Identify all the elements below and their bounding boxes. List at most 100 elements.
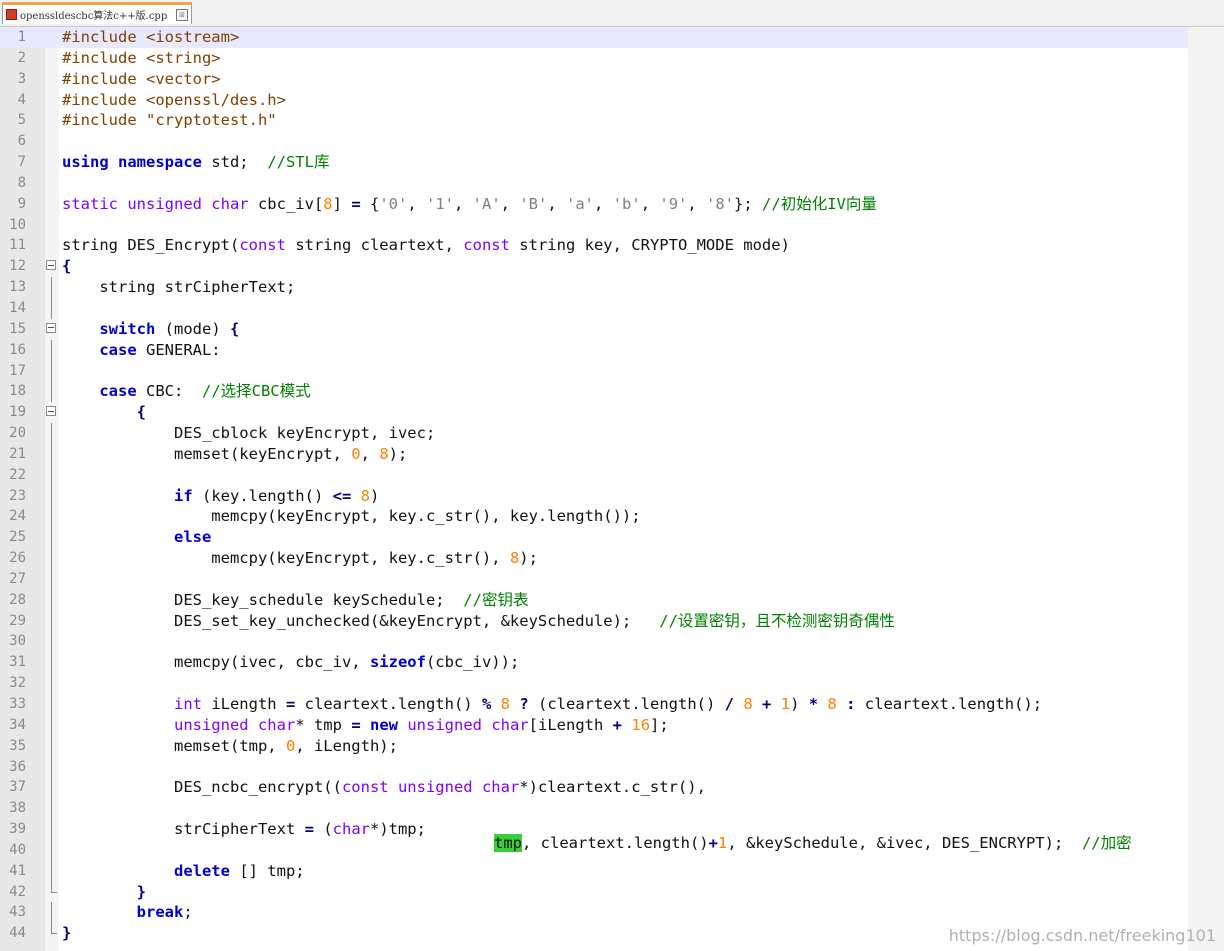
line-number: 15 (9, 320, 26, 337)
code-area[interactable]: 1 #include <iostream> 2 #include <string> 3 #… (0, 27, 1188, 944)
code-line[interactable]: 21 memset(keyEncrypt, 0, 8); (0, 443, 1188, 465)
code-line[interactable]: 26 memcpy(keyEncrypt, key.c_str(), 8); (0, 548, 1188, 569)
code-line[interactable]: 11 string DES_Encrypt(const string cleart… (0, 235, 1188, 256)
code-line[interactable]: 31 memcpy(ivec, cbc_iv, sizeof(cbc_iv)); (0, 652, 1188, 674)
code-token: memset(keyEncrypt, (62, 444, 352, 463)
code-token: 8 (743, 695, 753, 713)
code-line[interactable]: 3 #include <vector> (0, 69, 1188, 90)
code-line[interactable]: 34 unsigned char* tmp = new unsigned cha… (0, 714, 1188, 736)
fold-guide (51, 673, 52, 694)
code-line[interactable]: 28 DES_key_schedule keySchedule; //密钥表 (0, 589, 1188, 611)
code-token: 0 (351, 444, 361, 463)
code-token: using namespace (62, 153, 202, 172)
line-number: 29 (9, 612, 26, 629)
code-text: break; (62, 902, 193, 923)
code-token: , (594, 194, 613, 213)
code-text: delete [] tmp; (62, 861, 305, 882)
code-token: string strCipherText; (62, 278, 296, 297)
code-token: 1 (717, 834, 728, 852)
code-token: *)tmp; (369, 820, 426, 839)
code-token: '1' (426, 194, 454, 213)
code-token: ); (388, 444, 408, 463)
code-token: (cleartext.length() (528, 695, 725, 713)
code-editor[interactable]: 1 #include <iostream> 2 #include <string> 3 #… (0, 27, 1188, 951)
close-icon[interactable]: ☒ (176, 8, 188, 21)
code-line[interactable]: 8 (0, 173, 1188, 194)
fold-guide (51, 381, 52, 403)
code-token: char (332, 820, 370, 839)
line-number: 38 (9, 800, 26, 817)
fold-guide (51, 756, 52, 778)
code-text: memset(tmp, 0, iLength); (62, 736, 398, 757)
code-text: #include "cryptotest.h" (62, 110, 277, 131)
line-number: 16 (9, 341, 26, 358)
code-token: new (370, 715, 398, 734)
code-line[interactable]: 22 (0, 464, 1188, 486)
code-token: , (547, 194, 567, 213)
code-token: 1 (780, 695, 791, 713)
code-line[interactable]: 33 int iLength = cleartext.length() % 8 … (0, 694, 1188, 715)
code-token: unsigned char (173, 715, 296, 734)
code-token: 16 (631, 715, 651, 734)
code-line[interactable]: 2 #include <string> (0, 48, 1188, 69)
fold-guide (51, 839, 52, 861)
code-token: DES_key_schedule keySchedule; (62, 590, 464, 609)
line-number: 18 (9, 383, 26, 400)
code-line[interactable]: 23 if (key.length() <= 8) (0, 485, 1188, 507)
code-text: memcpy(ivec, cbc_iv, sizeof(cbc_iv)); (62, 652, 519, 673)
code-text: #include <iostream> (62, 27, 239, 48)
line-number: 32 (9, 675, 26, 692)
code-line[interactable]: 1 #include <iostream> (0, 27, 1188, 48)
code-line[interactable]: 16 case GENERAL: (0, 339, 1188, 361)
code-token: //设置密钥，且不检测密钥奇偶性 (659, 611, 895, 630)
code-line[interactable]: 27 (0, 568, 1188, 590)
code-line[interactable]: 10 (0, 215, 1188, 236)
code-line[interactable]: 17 (0, 360, 1188, 382)
code-line[interactable]: 14 (0, 297, 1188, 319)
code-line[interactable]: 32 (0, 673, 1188, 694)
code-line[interactable]: 25 else (0, 527, 1188, 549)
code-line[interactable]: 9 static unsigned char cbc_iv[8] = {'0', … (0, 194, 1188, 215)
line-number: 3 (17, 70, 26, 87)
code-line[interactable]: 37 DES_ncbc_encrypt((const unsigned char… (0, 777, 1188, 799)
code-line[interactable]: 42 } (0, 881, 1188, 903)
code-token: //初始化IV向量 (762, 194, 877, 213)
code-text: { (62, 402, 146, 423)
code-token: const unsigned char (341, 778, 520, 797)
code-line[interactable]: 41 delete [] tmp; (0, 860, 1188, 882)
code-line[interactable]: 30 (0, 631, 1188, 653)
code-line[interactable]: 19 { (0, 402, 1188, 423)
code-token: ) (790, 695, 809, 713)
line-number: 13 (9, 279, 26, 296)
code-token: / (724, 695, 734, 713)
fold-toggle-icon[interactable] (46, 406, 56, 417)
code-token: std; (201, 153, 268, 172)
code-line[interactable]: 38 (0, 798, 1188, 820)
code-line[interactable]: 35 memset(tmp, 0, iLength); (0, 735, 1188, 757)
line-number: 17 (9, 362, 26, 379)
code-line[interactable]: 29 DES_set_key_unchecked(&keyEncrypt, &k… (0, 610, 1188, 632)
code-line[interactable]: 6 (0, 131, 1188, 152)
code-line[interactable]: 24 memcpy(keyEncrypt, key.c_str(), key.l… (0, 506, 1188, 528)
code-line[interactable]: 13 string strCipherText; (0, 277, 1188, 298)
code-line[interactable]: 12 { (0, 256, 1188, 277)
code-line[interactable]: 18 case CBC: //选择CBC模式 (0, 381, 1188, 403)
code-line[interactable]: 20 DES_cblock keyEncrypt, ivec; (0, 423, 1188, 444)
code-text: #include <vector> (62, 69, 221, 90)
code-line[interactable]: 15 switch (mode) { (0, 319, 1188, 340)
tab-file[interactable]: openssldescbc算法c++版.cpp ☒ (2, 2, 192, 24)
code-token: , (640, 194, 660, 213)
code-line[interactable]: 43 break; (0, 902, 1188, 924)
code-token: 'A' (472, 194, 501, 213)
code-token: , &keySchedule, &ivec, DES_ENCRYPT); (727, 834, 1082, 852)
code-line[interactable]: 7 using namespace std; //STL库 (0, 152, 1188, 173)
code-line[interactable]: 5 #include "cryptotest.h" (0, 110, 1188, 131)
code-line[interactable]: 36 (0, 756, 1188, 778)
code-line[interactable]: 4 #include <openssl/des.h> (0, 90, 1188, 111)
fold-toggle-icon[interactable] (46, 322, 56, 333)
watermark: https://blog.csdn.net/freeking101 (948, 926, 1216, 945)
fold-toggle-icon[interactable] (46, 260, 56, 271)
